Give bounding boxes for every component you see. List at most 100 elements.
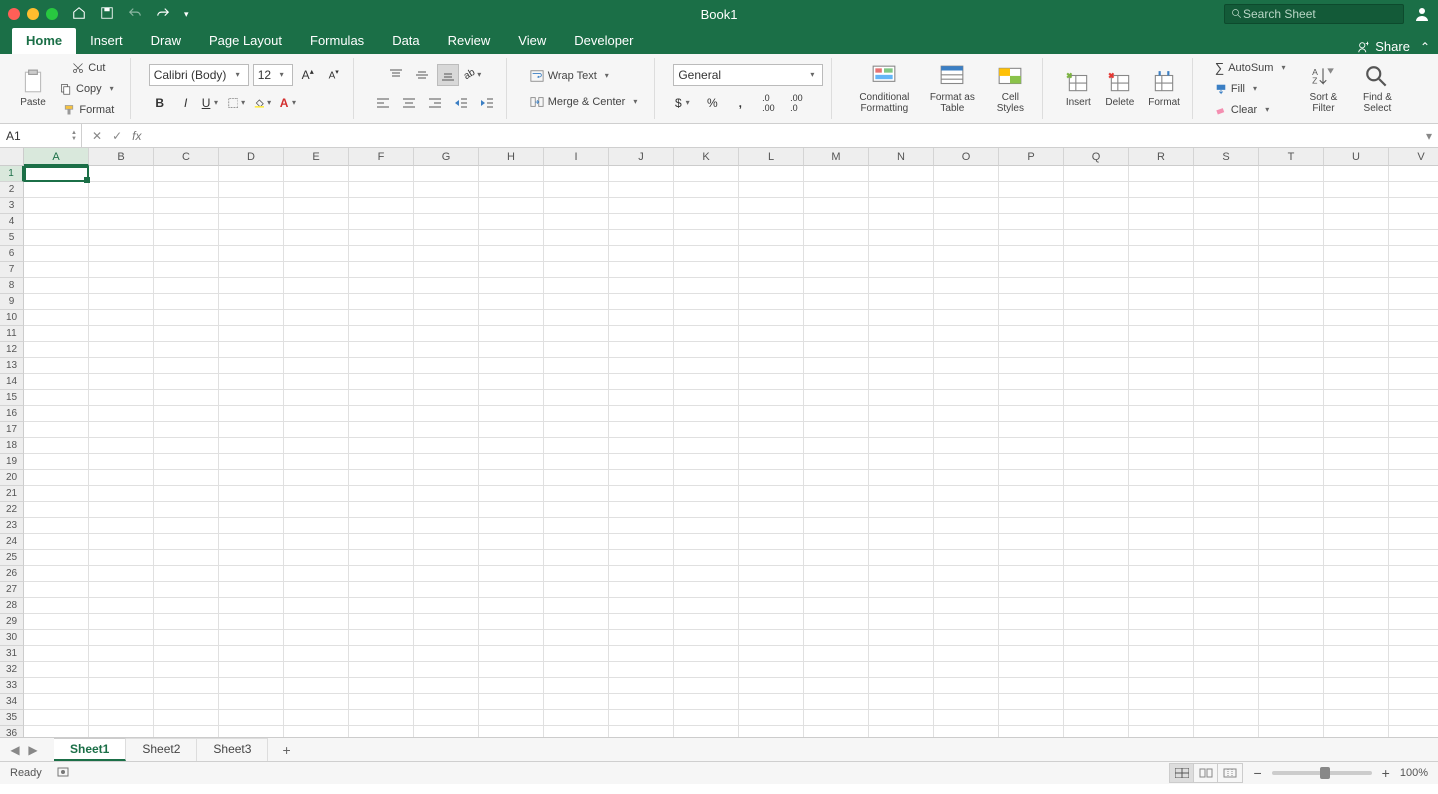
column-header-U[interactable]: U [1324,148,1389,166]
cell[interactable] [1194,374,1259,390]
cell[interactable] [1194,182,1259,198]
cell[interactable] [414,358,479,374]
cell[interactable] [414,454,479,470]
cell[interactable] [479,518,544,534]
cell[interactable] [674,454,739,470]
cell[interactable] [89,534,154,550]
cell[interactable] [674,294,739,310]
cell[interactable] [1389,214,1438,230]
cell[interactable] [739,294,804,310]
cell[interactable] [999,710,1064,726]
cell[interactable] [934,534,999,550]
decrease-font-button[interactable]: A▾ [323,64,345,86]
cell[interactable] [1324,166,1389,182]
cell[interactable] [999,182,1064,198]
cell[interactable] [154,566,219,582]
cell[interactable] [869,726,934,738]
cell[interactable] [869,710,934,726]
cell[interactable] [999,550,1064,566]
cell[interactable] [414,342,479,358]
cell[interactable] [1324,278,1389,294]
cell[interactable] [1389,182,1438,198]
cell[interactable] [219,646,284,662]
cell[interactable] [544,278,609,294]
cell[interactable] [804,406,869,422]
cell[interactable] [674,550,739,566]
cell[interactable] [414,470,479,486]
cell[interactable] [804,678,869,694]
cell[interactable] [1064,438,1129,454]
cell[interactable] [1129,326,1194,342]
share-button[interactable]: Share [1357,39,1410,54]
cell[interactable] [609,422,674,438]
cell[interactable] [219,326,284,342]
cell[interactable] [869,166,934,182]
cell[interactable] [154,246,219,262]
cell[interactable] [1259,422,1324,438]
cell[interactable] [1259,198,1324,214]
cell[interactable] [1389,566,1438,582]
cell[interactable] [414,486,479,502]
cell[interactable] [1129,470,1194,486]
increase-font-button[interactable]: A▴ [297,64,319,86]
conditional-formatting-button[interactable]: Conditional Formatting [850,64,918,114]
cell[interactable] [1259,710,1324,726]
cell[interactable] [1324,246,1389,262]
cell[interactable] [1259,406,1324,422]
cell[interactable] [219,502,284,518]
cell[interactable] [349,326,414,342]
cell[interactable] [154,582,219,598]
cell[interactable] [739,230,804,246]
cell[interactable] [609,166,674,182]
cell[interactable] [24,678,89,694]
cell[interactable] [1389,582,1438,598]
minimize-window-button[interactable] [27,8,39,20]
cell[interactable] [479,374,544,390]
insert-cells-button[interactable]: Insert [1061,69,1095,108]
cell[interactable] [89,726,154,738]
cell[interactable] [999,534,1064,550]
cell[interactable] [349,310,414,326]
cell[interactable] [219,678,284,694]
cell[interactable] [1389,390,1438,406]
cell[interactable] [739,310,804,326]
cell[interactable] [1129,246,1194,262]
cell[interactable] [1259,694,1324,710]
cell[interactable] [479,214,544,230]
column-header-F[interactable]: F [349,148,414,166]
cell[interactable] [804,502,869,518]
cell[interactable] [1389,454,1438,470]
cell[interactable] [609,646,674,662]
cells-area[interactable] [24,166,1438,737]
align-center-button[interactable] [398,92,420,114]
cell[interactable] [349,406,414,422]
cell[interactable] [1259,214,1324,230]
cell[interactable] [154,598,219,614]
cell[interactable] [349,358,414,374]
cell[interactable] [804,710,869,726]
row-header-12[interactable]: 12 [0,342,24,358]
cell[interactable] [24,614,89,630]
cell[interactable] [544,566,609,582]
cell[interactable] [414,550,479,566]
cell[interactable] [284,502,349,518]
cell[interactable] [1324,342,1389,358]
cell[interactable] [609,358,674,374]
column-header-T[interactable]: T [1259,148,1324,166]
cell[interactable] [24,358,89,374]
cell[interactable] [934,422,999,438]
row-header-26[interactable]: 26 [0,566,24,582]
undo-icon[interactable] [128,6,142,23]
cell[interactable] [1389,262,1438,278]
cell[interactable] [609,678,674,694]
cell[interactable] [24,598,89,614]
cell[interactable] [934,390,999,406]
cell[interactable] [89,678,154,694]
cell[interactable] [219,310,284,326]
sheet-tab-sheet1[interactable]: Sheet1 [54,738,126,761]
close-window-button[interactable] [8,8,20,20]
cell[interactable] [1324,598,1389,614]
find-select-button[interactable]: Find & Select [1353,64,1401,114]
cell[interactable] [1129,454,1194,470]
cell[interactable] [1324,550,1389,566]
